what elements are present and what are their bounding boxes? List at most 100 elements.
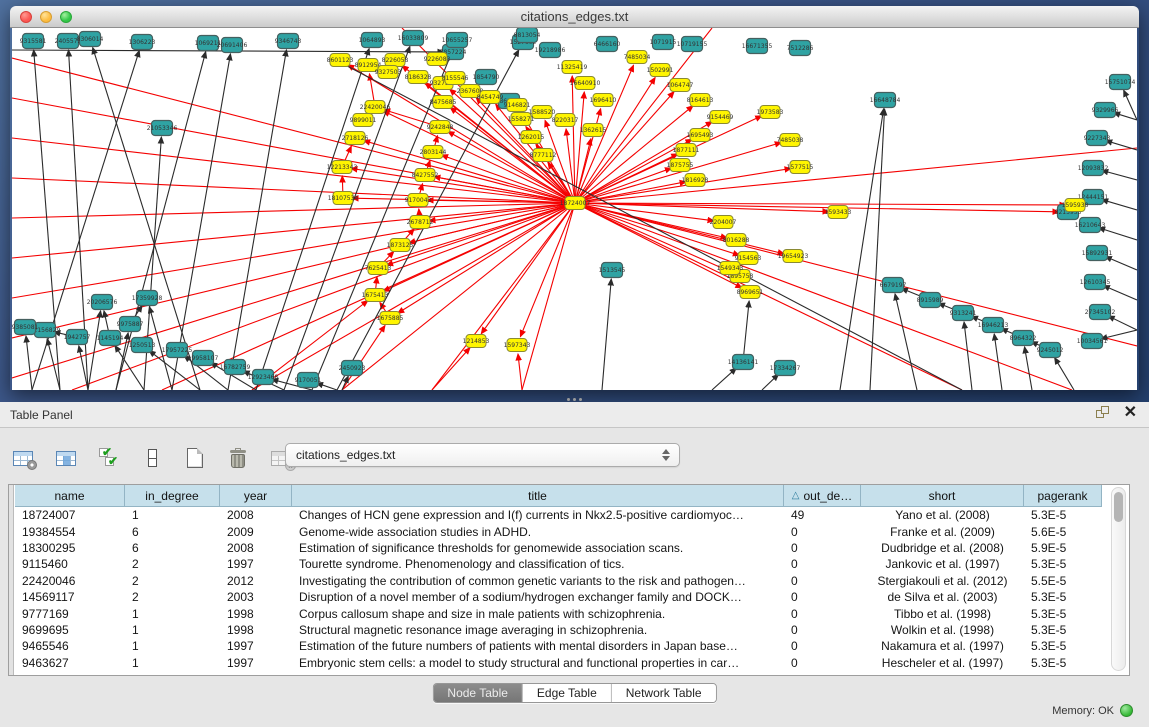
network-node[interactable]: 9146821 — [504, 99, 531, 112]
network-node[interactable]: 9154469 — [707, 111, 734, 124]
table-row[interactable]: 2242004622012Investigating the contribut… — [15, 573, 1102, 589]
table-row[interactable]: 1938455462009Genome-wide association stu… — [15, 523, 1102, 539]
network-node[interactable]: 16640910 — [570, 77, 601, 90]
network-node[interactable]: 1675885 — [377, 312, 404, 325]
network-node[interactable]: 7485038 — [777, 134, 804, 147]
network-node[interactable]: 7485034 — [624, 51, 651, 64]
network-node[interactable]: 1942757 — [64, 330, 91, 345]
network-node[interactable]: 8427552 — [412, 169, 439, 182]
table-scrollbar[interactable] — [1111, 487, 1126, 671]
network-node[interactable]: 9313241 — [950, 306, 977, 321]
network-node[interactable]: 9329966 — [1092, 103, 1119, 118]
network-node[interactable]: 15751074 — [1105, 75, 1136, 90]
network-node[interactable]: 1696410 — [590, 94, 617, 107]
network-node[interactable]: 27345102 — [1085, 305, 1116, 320]
network-node[interactable]: 8777112 — [530, 149, 557, 162]
network-node[interactable]: 1214853 — [463, 335, 490, 348]
table-row[interactable]: 1456911722003Disruption of a novel membe… — [15, 589, 1102, 605]
network-node[interactable]: 2718126 — [342, 132, 369, 145]
network-node[interactable]: 8220317 — [552, 114, 579, 127]
network-node[interactable]: 9170051 — [295, 373, 322, 388]
network-node[interactable]: 10034561 — [1077, 334, 1108, 349]
network-node[interactable]: 12610345 — [1080, 275, 1111, 290]
network-node[interactable]: 1593433 — [825, 206, 852, 219]
network-window[interactable]: citations_edges.txt 93155812405572830601… — [10, 6, 1139, 390]
network-node[interactable]: 9242848 — [427, 121, 454, 134]
network-node[interactable]: 17334267 — [770, 361, 801, 376]
network-node[interactable]: 16648784 — [870, 93, 901, 108]
column-header-title[interactable]: title — [292, 485, 784, 507]
network-node[interactable]: 16946213 — [978, 318, 1009, 333]
network-node[interactable]: 17359928 — [132, 291, 163, 306]
network-node[interactable]: 1558271 — [508, 113, 535, 126]
network-node[interactable]: 11325419 — [557, 61, 588, 74]
column-header-year[interactable]: year — [220, 485, 292, 507]
table-row[interactable]: 969969511998Structural magnetic resonanc… — [15, 622, 1102, 638]
network-node[interactable]: 6679197 — [880, 278, 907, 293]
network-node[interactable]: 16782759 — [220, 360, 251, 375]
network-node[interactable]: 1695493 — [687, 129, 714, 142]
network-node[interactable]: 9346743 — [275, 34, 302, 49]
network-node[interactable]: 1064893 — [359, 33, 386, 48]
network-node[interactable]: 1877111 — [673, 144, 700, 157]
network-node[interactable]: 15892931 — [1082, 246, 1113, 261]
tab-network-table[interactable]: Network Table — [612, 684, 716, 702]
network-node[interactable]: 8164613 — [687, 94, 714, 107]
network-node[interactable]: 1873125 — [387, 239, 414, 252]
tab-edge-table[interactable]: Edge Table — [523, 684, 612, 702]
network-node[interactable]: 6466160 — [594, 37, 621, 52]
network-node[interactable]: 16210643 — [1075, 218, 1106, 233]
network-node[interactable]: 9315581 — [20, 34, 47, 49]
create-column-icon[interactable] — [180, 442, 210, 474]
network-node[interactable]: 1306223 — [129, 35, 156, 50]
network-node[interactable]: 7625413 — [365, 262, 392, 275]
network-node[interactable]: 8915989 — [917, 293, 944, 308]
network-node[interactable]: 9899011 — [350, 114, 377, 127]
network-node[interactable]: 1875755 — [667, 159, 694, 172]
table-row[interactable]: 1830029562008Estimation of significance … — [15, 540, 1102, 556]
network-node[interactable]: 12093832 — [1078, 161, 1109, 176]
network-node[interactable]: 1973583 — [757, 106, 784, 119]
network-node[interactable]: 1064747 — [667, 79, 694, 92]
network-node[interactable]: 1362615 — [580, 124, 607, 137]
network-node[interactable]: 10655257 — [442, 33, 473, 48]
network-node[interactable]: 9245012 — [1037, 343, 1064, 358]
network-node[interactable]: 1250513 — [129, 338, 156, 353]
network-node[interactable]: 1675413 — [362, 289, 389, 302]
network-node[interactable]: 1577515 — [787, 161, 814, 174]
network-node[interactable]: 8969651 — [737, 286, 764, 299]
table-row[interactable]: 946554611997Estimation of the future num… — [15, 638, 1102, 654]
table-row[interactable]: 911546021997Tourette syndrome. Phenomeno… — [15, 556, 1102, 572]
close-panel-icon[interactable]: ✕ — [1124, 406, 1137, 420]
network-node[interactable]: 1854790 — [473, 70, 500, 85]
network-node[interactable]: 8226058 — [382, 54, 409, 67]
network-node[interactable]: 14136141 — [728, 355, 759, 370]
network-node[interactable]: 7512286 — [787, 41, 814, 56]
network-node[interactable]: 1549343 — [717, 262, 744, 275]
table-row[interactable]: 1872400712008Changes of HCN gene express… — [15, 507, 1102, 523]
network-select[interactable]: citations_edges.txt — [285, 443, 680, 467]
network-node[interactable]: 20206576 — [87, 295, 118, 310]
network-node[interactable]: 2450923 — [339, 361, 366, 376]
column-header-name[interactable]: name — [15, 485, 125, 507]
network-node[interactable]: 1595938 — [1062, 199, 1089, 212]
delete-columns-icon[interactable] — [223, 442, 253, 474]
network-node[interactable]: 8475685 — [430, 96, 457, 109]
network-node[interactable]: 1262015 — [518, 131, 545, 144]
network-node[interactable]: 1816928 — [682, 174, 709, 187]
network-window-titlebar[interactable]: citations_edges.txt — [10, 6, 1139, 28]
network-node[interactable]: 9385081 — [12, 320, 39, 335]
show-columns-icon[interactable] — [51, 442, 81, 474]
table-row[interactable]: 946362711997Embryonic stem cells: a mode… — [15, 655, 1102, 671]
network-node[interactable]: 1071915 — [650, 35, 677, 50]
network-node[interactable]: 19218986 — [535, 43, 566, 58]
tab-node-table[interactable]: Node Table — [433, 684, 523, 702]
network-node[interactable]: 19958107 — [188, 351, 219, 366]
network-node[interactable]: 1513545 — [599, 263, 626, 278]
network-node[interactable]: 12923468 — [248, 370, 279, 385]
network-node[interactable]: 2204007 — [710, 216, 737, 229]
network-node[interactable]: 8454749 — [477, 91, 504, 104]
row-height-icon[interactable] — [137, 442, 167, 474]
scrollbar-thumb[interactable] — [1114, 492, 1123, 522]
network-node[interactable]: 2803144 — [420, 146, 447, 159]
